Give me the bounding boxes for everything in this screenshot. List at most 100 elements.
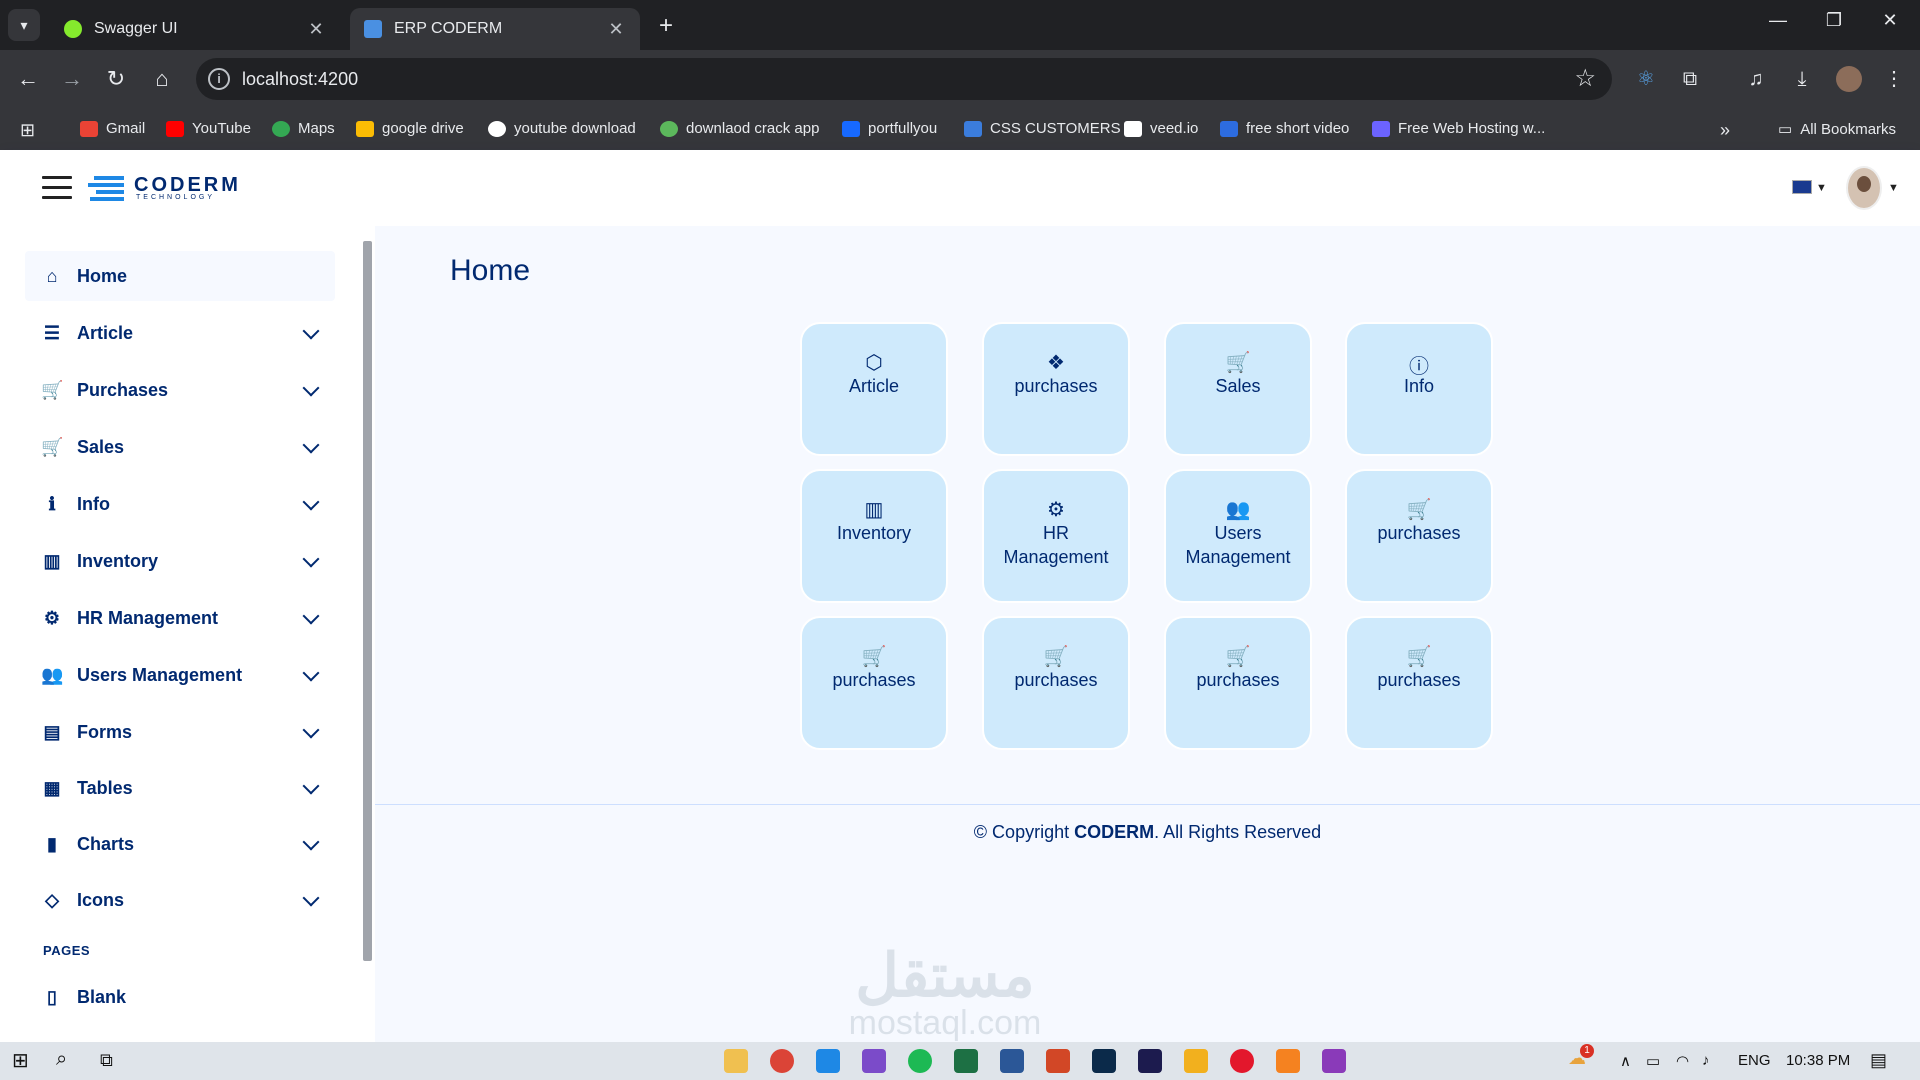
restore-icon[interactable]: ❐ — [1814, 10, 1854, 31]
sidebar-item-sales[interactable]: 🛒 Sales — [25, 422, 335, 472]
tile-info[interactable]: ⓘ Info — [1345, 322, 1493, 456]
bookmark-star-icon[interactable]: ☆ — [1574, 64, 1596, 93]
bookmark-gmail[interactable]: Gmail — [80, 120, 145, 137]
sidebar-item-purchases[interactable]: 🛒 Purchases — [25, 365, 335, 415]
chevron-down-icon[interactable] — [302, 833, 320, 851]
back-icon[interactable]: ← — [12, 63, 44, 95]
sidebar-item-blank[interactable]: ▯ Blank — [25, 972, 335, 1022]
new-tab-button[interactable]: + — [652, 12, 680, 40]
language-indicator[interactable]: ENG — [1738, 1052, 1771, 1069]
wifi-icon[interactable]: ◠ — [1676, 1052, 1689, 1070]
downloads-icon[interactable]: ⤓ — [1786, 63, 1818, 95]
xampp-icon[interactable] — [1276, 1049, 1300, 1073]
sidebar-item-article[interactable]: ☰ Article — [25, 308, 335, 358]
chrome-icon[interactable] — [770, 1049, 794, 1073]
all-bookmarks[interactable]: ▭ All Bookmarks — [1778, 120, 1896, 139]
tile-users-management[interactable]: 👥 Users Management — [1164, 469, 1312, 603]
close-tab-icon[interactable]: ✕ — [306, 19, 326, 40]
reload-icon[interactable]: ↻ — [100, 63, 132, 95]
sidebar-item-forms[interactable]: ▤ Forms — [25, 707, 335, 757]
chevron-down-icon[interactable] — [302, 607, 320, 625]
profile-avatar[interactable] — [1836, 66, 1862, 92]
browser-menu-icon[interactable]: ⋮ — [1878, 63, 1910, 95]
jetbrains-icon[interactable] — [1138, 1049, 1162, 1073]
bookmark-maps[interactable]: Maps — [272, 120, 335, 137]
chevron-down-icon[interactable] — [302, 322, 320, 340]
extension-react-icon[interactable]: ⚛ — [1630, 63, 1662, 95]
tile-purchases[interactable]: 🛒 purchases — [1164, 616, 1312, 750]
app-cs-icon[interactable] — [1322, 1049, 1346, 1073]
forward-icon[interactable]: → — [56, 63, 88, 95]
volume-icon[interactable]: ♪ — [1702, 1052, 1710, 1069]
chevron-down-icon[interactable] — [302, 379, 320, 397]
bookmark-free-short-video[interactable]: free short video — [1220, 120, 1349, 137]
word-icon[interactable] — [1000, 1049, 1024, 1073]
minimize-icon[interactable]: — — [1758, 10, 1798, 31]
bookmark-youtube[interactable]: YouTube — [166, 120, 251, 137]
sidebar-item-info[interactable]: ℹ Info — [25, 479, 335, 529]
sidebar-item-tables[interactable]: ▦ Tables — [25, 763, 335, 813]
address-bar[interactable]: i localhost:4200 ☆ — [196, 58, 1612, 100]
excel-icon[interactable] — [954, 1049, 978, 1073]
close-window-icon[interactable]: ✕ — [1870, 10, 1910, 31]
tile-hr-management[interactable]: ⚙ HR Management — [982, 469, 1130, 603]
search-icon[interactable]: ⌕ — [56, 1048, 67, 1071]
bookmark-veed[interactable]: veed.io — [1124, 120, 1198, 137]
sidebar-item-charts[interactable]: ▮ Charts — [25, 819, 335, 869]
user-avatar[interactable] — [1846, 166, 1882, 210]
action-center-icon[interactable]: ▤ — [1870, 1050, 1887, 1071]
bookmark-portfullyou[interactable]: portfullyou — [842, 120, 937, 137]
file-explorer-icon[interactable] — [724, 1049, 748, 1073]
home-icon[interactable]: ⌂ — [146, 63, 178, 95]
more-bookmarks-icon[interactable]: » — [1720, 120, 1730, 141]
bookmark-crack-app[interactable]: downlaod crack app — [660, 120, 819, 137]
spotify-icon[interactable] — [908, 1049, 932, 1073]
hamburger-menu-icon[interactable] — [42, 176, 72, 200]
sidebar-item-home[interactable]: ⌂ Home — [25, 251, 335, 301]
app-logo[interactable]: CODERM TECHNOLOGY — [88, 172, 238, 206]
windows-start-icon[interactable]: ⊞ — [12, 1048, 29, 1073]
chevron-down-icon[interactable] — [302, 664, 320, 682]
tab-erp-coderm[interactable]: ERP CODERM ✕ — [350, 8, 640, 50]
tile-purchases[interactable]: 🛒 purchases — [982, 616, 1130, 750]
chevron-down-icon[interactable] — [302, 493, 320, 511]
clock[interactable]: 10:38 PM — [1786, 1052, 1850, 1069]
close-tab-icon[interactable]: ✕ — [606, 19, 626, 40]
tile-article[interactable]: ⬡ Article — [800, 322, 948, 456]
site-info-icon[interactable]: i — [208, 68, 230, 90]
user-menu-caret-icon[interactable]: ▼ — [1888, 182, 1899, 194]
tile-purchases[interactable]: ❖ purchases — [982, 322, 1130, 456]
bookmark-google-drive[interactable]: google drive — [356, 120, 464, 137]
tile-purchases[interactable]: 🛒 purchases — [800, 616, 948, 750]
powerpoint-icon[interactable] — [1046, 1049, 1070, 1073]
task-view-icon[interactable]: ⧉ — [100, 1050, 113, 1071]
tile-inventory[interactable]: ▥ Inventory — [800, 469, 948, 603]
extensions-puzzle-icon[interactable]: ⧉ — [1674, 63, 1706, 95]
tab-swagger[interactable]: Swagger UI ✕ — [50, 8, 340, 50]
language-flag-icon[interactable] — [1792, 180, 1812, 194]
bookmark-css-customers[interactable]: CSS CUSTOMERS — [964, 120, 1121, 137]
apps-grid-icon[interactable]: ⊞ — [20, 120, 35, 141]
sidebar-item-icons[interactable]: ◇ Icons — [25, 875, 335, 925]
sidebar-scrollbar[interactable] — [363, 241, 372, 961]
tile-purchases[interactable]: 🛒 purchases — [1345, 616, 1493, 750]
opera-icon[interactable] — [1230, 1049, 1254, 1073]
sidebar-item-users-management[interactable]: 👥 Users Management — [25, 650, 335, 700]
sidebar-item-inventory[interactable]: ▥ Inventory — [25, 536, 335, 586]
media-controls-icon[interactable]: ♫ — [1740, 63, 1772, 95]
chevron-down-icon[interactable] — [302, 721, 320, 739]
chevron-down-icon[interactable] — [302, 550, 320, 568]
tile-sales[interactable]: 🛒 Sales — [1164, 322, 1312, 456]
visual-studio-icon[interactable] — [862, 1049, 886, 1073]
chevron-down-icon[interactable] — [302, 777, 320, 795]
sidebar-item-hr-management[interactable]: ⚙ HR Management — [25, 593, 335, 643]
tile-purchases[interactable]: 🛒 purchases — [1345, 469, 1493, 603]
bookmark-free-web-hosting[interactable]: Free Web Hosting w... — [1372, 120, 1545, 137]
tray-overflow-icon[interactable]: ∧ — [1620, 1052, 1631, 1070]
bookmark-youtube-download[interactable]: youtube download — [488, 120, 636, 137]
chevron-down-icon[interactable] — [302, 889, 320, 907]
utility-app-icon[interactable] — [1184, 1049, 1208, 1073]
battery-icon[interactable]: ▭ — [1646, 1052, 1660, 1070]
chevron-down-icon[interactable] — [302, 436, 320, 454]
language-caret-icon[interactable]: ▼ — [1816, 182, 1827, 194]
